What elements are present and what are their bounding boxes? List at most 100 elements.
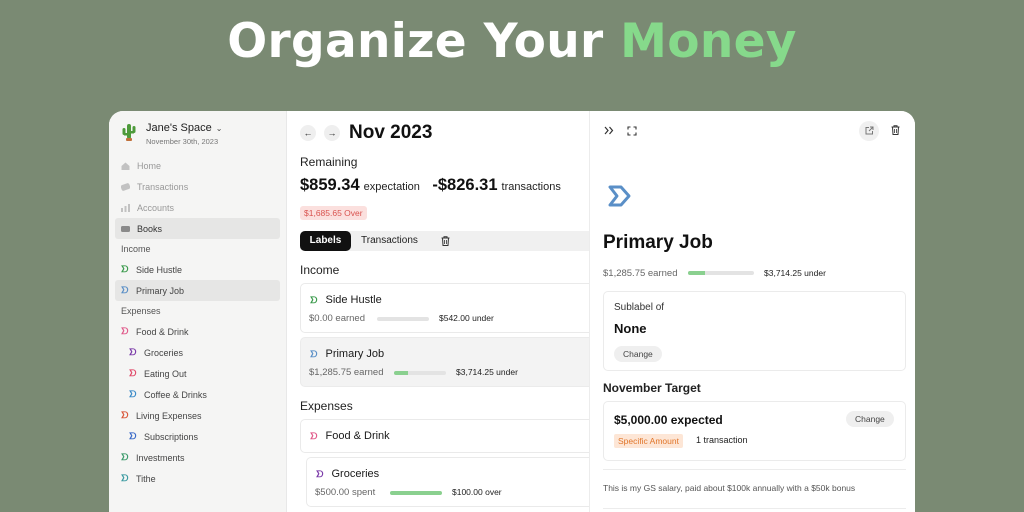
sidebar-label-groceries[interactable]: ᗤ Groceries xyxy=(115,342,280,363)
label-tag-icon: ᗤ xyxy=(129,347,137,357)
prev-month-button[interactable]: ← xyxy=(300,125,316,141)
label-tag-icon: ᗤ xyxy=(121,285,129,295)
expand-icon[interactable] xyxy=(627,126,637,136)
sidebar-item-transactions[interactable]: Transactions xyxy=(115,176,280,197)
sidebar-label-text: Food & Drink xyxy=(136,326,189,337)
sidebar-label-subscriptions[interactable]: ᗤ Subscriptions xyxy=(115,426,280,447)
home-icon xyxy=(121,162,130,170)
collapse-panel-icon[interactable] xyxy=(604,126,614,135)
label-detail-panel: Primary Job $1,285.75 earned $3,714.25 u… xyxy=(589,111,915,512)
sublabel-card: Sublabel of None Change xyxy=(603,291,906,371)
card-title: Side Hustle xyxy=(325,294,382,306)
divider xyxy=(603,508,906,509)
transactions-icon xyxy=(121,182,130,191)
sublabel-value: None xyxy=(614,321,647,336)
sidebar-label-text: Groceries xyxy=(144,347,184,358)
change-target-button[interactable]: Change xyxy=(846,411,894,427)
card-title: Food & Drink xyxy=(325,430,390,442)
sidebar-item-home[interactable]: Home xyxy=(115,155,280,176)
target-type-badge: Specific Amount xyxy=(614,434,683,448)
detail-earned: $1,285.75 earned xyxy=(603,268,678,279)
sidebar-expenses-heading: Expenses xyxy=(121,306,161,316)
label-card-side-hustle[interactable]: ᗤ Side Hustle $0.00 earned $542.00 under xyxy=(300,283,600,333)
label-card-primary-job[interactable]: ᗤ Primary Job $1,285.75 earned $3,714.25 … xyxy=(300,337,600,387)
label-tag-icon: ᗤ xyxy=(129,368,137,378)
label-note: This is my GS salary, paid about $100k a… xyxy=(603,483,856,493)
target-heading: November Target xyxy=(603,381,701,395)
progress-bar xyxy=(688,271,754,275)
card-title: Primary Job xyxy=(325,348,385,360)
card-earned: $1,285.75 earned xyxy=(309,367,384,378)
transactions-amount: -$826.31 xyxy=(432,176,498,194)
label-tag-icon: ᗤ xyxy=(316,469,324,479)
sidebar-item-label: Transactions xyxy=(137,181,189,192)
expenses-section-heading: Expenses xyxy=(300,399,353,413)
target-amount: $5,000.00 expected xyxy=(614,413,723,427)
label-card-groceries[interactable]: ᗤ Groceries $500.00 spent $100.00 over xyxy=(306,457,600,507)
sidebar-label-side-hustle[interactable]: ᗤ Side Hustle xyxy=(115,259,280,280)
trash-icon[interactable] xyxy=(441,236,450,246)
target-transaction-count: 1 transaction xyxy=(696,435,748,445)
external-link-icon xyxy=(865,126,873,135)
label-tag-icon: ᗤ xyxy=(121,264,129,274)
target-card: $5,000.00 expected Change Specific Amoun… xyxy=(603,401,906,461)
label-tag-icon xyxy=(608,185,631,207)
detail-status: $3,714.25 under xyxy=(764,268,826,278)
trash-icon[interactable] xyxy=(891,125,900,135)
headline: Organize Your Money xyxy=(0,14,1024,69)
sidebar-label-investments[interactable]: ᗤ Investments xyxy=(115,447,280,468)
progress-bar xyxy=(394,371,446,375)
progress-fill xyxy=(394,371,408,375)
app-window: Jane's Space ⌄ November 30th, 2023 Home T… xyxy=(109,111,915,512)
label-card-food-drink[interactable]: ᗤ Food & Drink xyxy=(300,419,600,453)
tab-labels[interactable]: Labels xyxy=(300,231,351,251)
sidebar-item-books[interactable]: Books xyxy=(115,218,280,239)
sidebar-income-heading: Income xyxy=(121,244,151,254)
remaining-label: Remaining xyxy=(300,155,358,169)
sidebar: Jane's Space ⌄ November 30th, 2023 Home T… xyxy=(109,111,287,512)
sidebar-label-text: Side Hustle xyxy=(136,264,183,275)
detail-title: Primary Job xyxy=(603,232,713,253)
workspace-switcher[interactable]: Jane's Space ⌄ November 30th, 2023 xyxy=(121,122,222,146)
sidebar-label-tithe[interactable]: ᗤ Tithe xyxy=(115,468,280,489)
expectation-label: expectation xyxy=(363,181,420,193)
progress-fill xyxy=(688,271,706,275)
label-tag-icon: ᗤ xyxy=(129,389,137,399)
headline-prefix: Organize Your xyxy=(227,14,621,69)
label-tag-icon: ᗤ xyxy=(121,326,129,336)
cactus-icon xyxy=(122,124,136,141)
over-badge: $1,685.65 Over xyxy=(300,206,367,220)
workspace-date: November 30th, 2023 xyxy=(146,137,219,146)
label-tag-icon: ᗤ xyxy=(310,349,318,359)
books-panel: ← → Nov 2023 Remaining $859.34 expectatio… xyxy=(287,111,600,512)
sidebar-item-accounts[interactable]: Accounts xyxy=(115,197,280,218)
label-tag-icon: ᗤ xyxy=(310,295,318,305)
label-tag-icon: ᗤ xyxy=(121,452,129,462)
sidebar-item-label: Books xyxy=(137,223,163,234)
change-sublabel-button[interactable]: Change xyxy=(614,346,662,362)
income-section-heading: Income xyxy=(300,263,340,277)
sidebar-label-primary-job[interactable]: ᗤ Primary Job xyxy=(115,280,280,301)
sidebar-label-text: Eating Out xyxy=(144,368,187,379)
card-status: $3,714.25 under xyxy=(456,367,518,377)
sidebar-label-eating-out[interactable]: ᗤ Eating Out xyxy=(115,363,280,384)
sidebar-label-text: Coffee & Drinks xyxy=(144,389,207,400)
tab-transactions[interactable]: Transactions xyxy=(361,231,418,251)
open-external-button[interactable] xyxy=(859,121,879,141)
sidebar-label-text: Subscriptions xyxy=(144,431,199,442)
sidebar-label-living-expenses[interactable]: ᗤ Living Expenses xyxy=(115,405,280,426)
next-month-button[interactable]: → xyxy=(324,125,340,141)
sidebar-nav: Home Transactions Accounts Books Income … xyxy=(115,155,280,489)
sidebar-label-food-drink[interactable]: ᗤ Food & Drink xyxy=(115,321,280,342)
progress-fill xyxy=(390,491,442,495)
sidebar-label-coffee-drinks[interactable]: ᗤ Coffee & Drinks xyxy=(115,384,280,405)
view-tabs: Labels Transactions xyxy=(300,231,600,251)
card-spent: $500.00 spent xyxy=(315,487,376,498)
card-title: Groceries xyxy=(331,468,380,480)
month-title: Nov 2023 xyxy=(349,122,433,143)
accounts-icon xyxy=(121,203,130,212)
card-earned: $0.00 earned xyxy=(309,313,365,324)
sidebar-label-text: Investments xyxy=(136,452,185,463)
sidebar-item-label: Home xyxy=(137,160,162,171)
card-status: $542.00 under xyxy=(439,313,494,323)
